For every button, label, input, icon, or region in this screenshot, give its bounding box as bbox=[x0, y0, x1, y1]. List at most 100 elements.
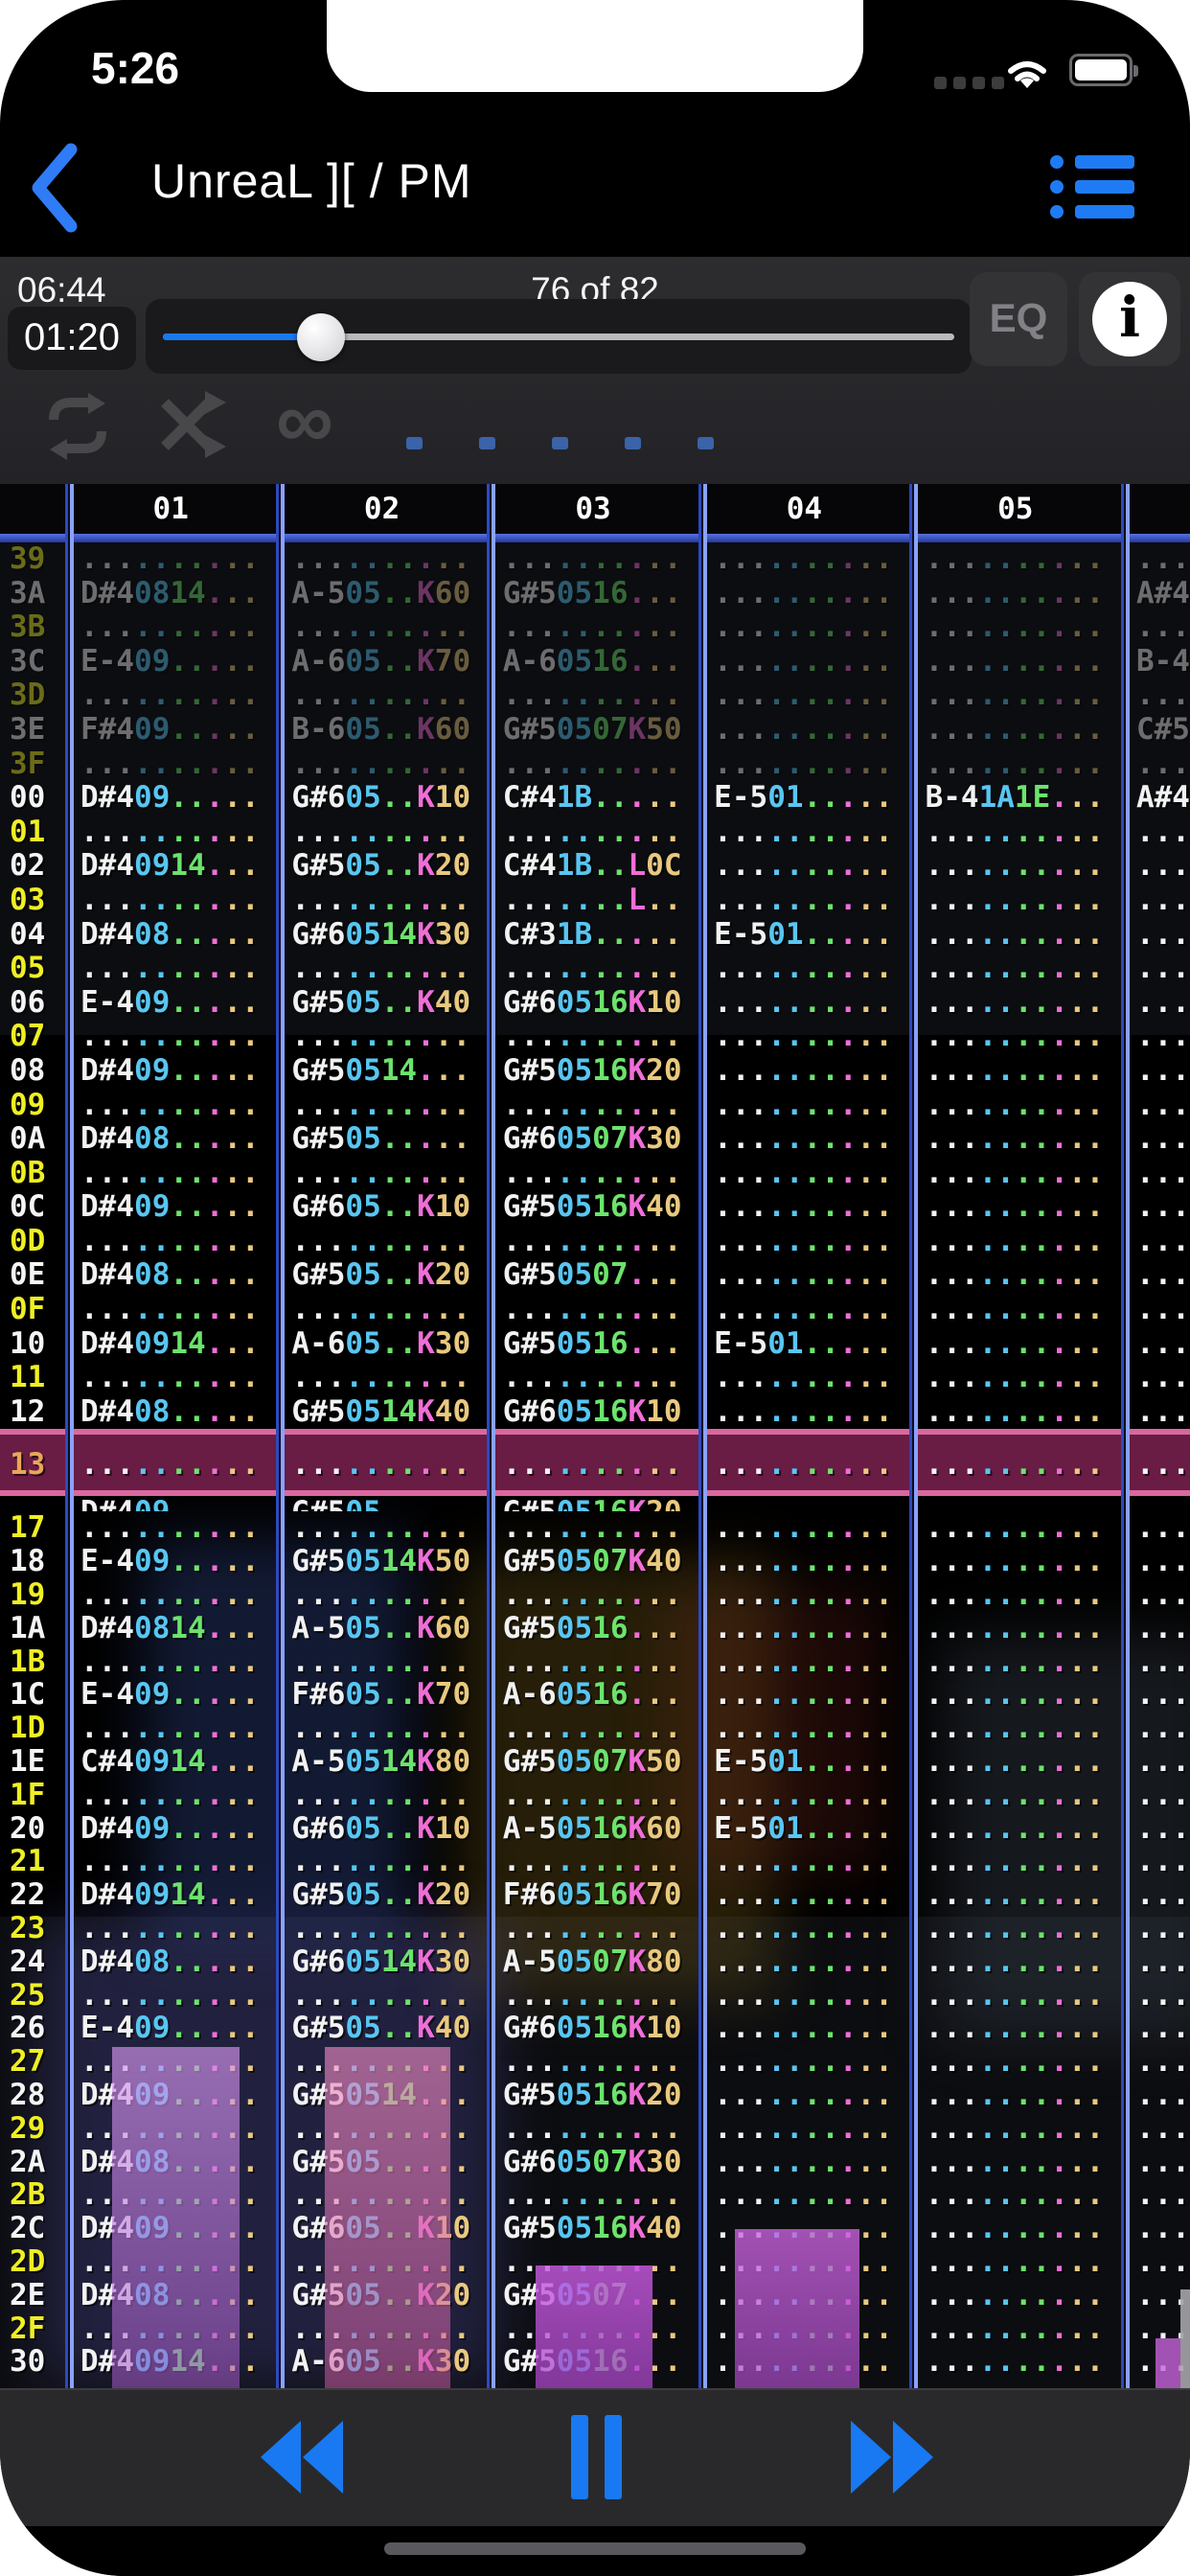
pattern-cell: A-60516... bbox=[502, 644, 682, 678]
eq-button[interactable]: EQ bbox=[970, 272, 1067, 366]
pattern-cell: .......... bbox=[291, 1644, 471, 1679]
back-button[interactable] bbox=[27, 142, 80, 239]
pattern-row[interactable]: 06 E-409..... G#505..K40 G#60516K10........… bbox=[0, 985, 1190, 1021]
pause-button[interactable] bbox=[571, 2415, 622, 2499]
pattern-row[interactable]: 10 D#40914... A-605..K30 G#50516... E-501...… bbox=[0, 1326, 1190, 1362]
pattern-cell: .......... bbox=[291, 1511, 471, 1546]
pattern-row[interactable]: 00 D#409..... G#605..K10 C#41B..... E-501...… bbox=[0, 781, 1190, 816]
pattern-row[interactable]: 12 D#408..... G#50514K40 G#60516K10........… bbox=[0, 1394, 1190, 1430]
status-time: 5:26 bbox=[91, 43, 180, 93]
pattern-cell: .......... bbox=[1135, 1156, 1190, 1190]
pattern-row[interactable]: 09......................................… bbox=[0, 1088, 1190, 1123]
pattern-cell: .......... bbox=[925, 1878, 1105, 1912]
row-number: 1D bbox=[10, 1711, 46, 1746]
pattern-row[interactable]: 25......................................… bbox=[0, 1978, 1190, 2012]
pattern-row[interactable]: 11......................................… bbox=[0, 1361, 1190, 1395]
pattern-row[interactable]: 23......................................… bbox=[0, 1912, 1190, 1945]
pattern-row[interactable]: 1B......................................… bbox=[0, 1644, 1190, 1679]
pattern-cell: .......... bbox=[925, 1644, 1105, 1679]
pattern-cell: .......... bbox=[502, 1912, 682, 1945]
pattern-row-current[interactable]: 13......................................… bbox=[0, 1429, 1190, 1497]
pattern-row[interactable]: 19......................................… bbox=[0, 1578, 1190, 1612]
pattern-cell: ...1...... bbox=[1135, 2212, 1190, 2245]
loop-forever-icon[interactable]: ∞ bbox=[276, 374, 333, 467]
pattern-row[interactable]: 3E F#409..... B-605..K60 G#50507K50........… bbox=[0, 712, 1190, 748]
pattern-row[interactable]: 18 E-409..... G#50514K50 G#50507K40........… bbox=[0, 1545, 1190, 1578]
seek-track[interactable] bbox=[163, 313, 954, 361]
pattern-cell: G#505..... bbox=[276, 1496, 487, 1511]
pattern-cell: .......... bbox=[714, 1845, 893, 1879]
pattern-cell: .......... bbox=[80, 1912, 260, 1945]
pattern-row[interactable]: 0B......................................… bbox=[0, 1156, 1190, 1191]
pattern-cell: E-501..... bbox=[714, 917, 893, 952]
pattern-row[interactable]: D#409.....G#505.....G#50516K20..........… bbox=[0, 1496, 1190, 1511]
shuffle-icon[interactable] bbox=[159, 391, 238, 463]
pattern-cell: C#31B..... bbox=[502, 917, 682, 952]
row-number: 39 bbox=[10, 541, 46, 576]
pattern-row[interactable]: 1D......................................… bbox=[0, 1712, 1190, 1745]
rewind-button[interactable] bbox=[257, 2415, 345, 2504]
pattern-cell: .......... bbox=[502, 1020, 682, 1054]
fast-forward-button[interactable] bbox=[849, 2415, 937, 2504]
pattern-cell: C#51...... bbox=[1135, 712, 1190, 747]
pattern-cell: .......... bbox=[1135, 542, 1190, 576]
pattern-row[interactable]: 01......................................… bbox=[0, 815, 1190, 850]
pattern-row[interactable]: 0F......................................… bbox=[0, 1292, 1190, 1327]
seek-thumb[interactable] bbox=[297, 313, 346, 361]
pattern-row[interactable]: 22 D#40914... G#505..K20 F#60516K70........… bbox=[0, 1878, 1190, 1912]
pattern-cell: G#50514K50 bbox=[291, 1545, 471, 1579]
battery-icon bbox=[1069, 54, 1138, 86]
pattern-cell: .......... bbox=[925, 1122, 1105, 1157]
pattern-row[interactable]: 20 D#409..... G#605..K10 A-50516K60 E-501...… bbox=[0, 1810, 1190, 1846]
pattern-cell: .......... bbox=[291, 883, 471, 917]
pattern-row[interactable]: 03.................... .......L..........… bbox=[0, 883, 1190, 918]
pattern-cell: .......... bbox=[714, 1156, 893, 1190]
pattern-row[interactable]: 1F......................................… bbox=[0, 1779, 1190, 1812]
pattern-cell: .......... bbox=[80, 610, 260, 645]
pattern-row[interactable]: 3B......................................… bbox=[0, 610, 1190, 645]
pattern-cell: ...1...... bbox=[1135, 1053, 1190, 1088]
pattern-view[interactable]: 010203040506 39.........................… bbox=[0, 484, 1190, 2388]
pattern-cell: .......... bbox=[291, 1447, 471, 1483]
pattern-row[interactable]: 3F......................................… bbox=[0, 746, 1190, 782]
transport-bar bbox=[0, 2388, 1190, 2526]
pattern-cell: .......... bbox=[925, 2278, 1105, 2312]
pattern-row[interactable]: 1A D#40814... A-505..K60 G#50516...........… bbox=[0, 1612, 1190, 1645]
pattern-cell: .......... bbox=[714, 712, 893, 747]
pattern-row[interactable]: 21......................................… bbox=[0, 1845, 1190, 1878]
pattern-cell: B-41...... bbox=[1135, 644, 1190, 678]
pattern-row[interactable]: 26 E-409..... G#505..K40 G#60516K10........… bbox=[0, 2012, 1190, 2045]
pattern-cell: .......... bbox=[925, 1447, 1105, 1483]
pattern-row[interactable]: 0C D#409..... G#605..K10 G#50516K40........… bbox=[0, 1190, 1190, 1225]
pattern-cell: .......... bbox=[502, 1224, 682, 1258]
pattern-row[interactable]: 05......................................… bbox=[0, 952, 1190, 986]
row-number: 04 bbox=[10, 916, 46, 952]
row-number: 20 bbox=[10, 1810, 46, 1846]
pattern-row[interactable]: 1E C#40914... A-50514K80 G#50507K50 E-501...… bbox=[0, 1745, 1190, 1779]
channel-header: 03 bbox=[575, 492, 611, 526]
pattern-row[interactable]: 3C E-409..... A-605..K70 A-60516...........… bbox=[0, 644, 1190, 679]
pattern-row[interactable]: 0A D#408..... G#505..... G#60507K30........… bbox=[0, 1121, 1190, 1157]
pattern-row[interactable]: 24 D#408..... G#60514K30 A-50507K80........… bbox=[0, 1944, 1190, 1979]
pattern-cell: .......... bbox=[1135, 1845, 1190, 1879]
pattern-row[interactable]: 17......................................… bbox=[0, 1511, 1190, 1545]
playlist-button[interactable] bbox=[1050, 155, 1134, 230]
pattern-row[interactable]: 08 D#409..... G#50514... G#50516K20........… bbox=[0, 1053, 1190, 1089]
pattern-row[interactable]: 07......................................… bbox=[0, 1020, 1190, 1054]
pattern-row[interactable]: 39......................................… bbox=[0, 541, 1190, 577]
row-number: 3F bbox=[10, 746, 46, 781]
pattern-row[interactable]: 0D......................................… bbox=[0, 1224, 1190, 1259]
home-indicator[interactable] bbox=[384, 2542, 806, 2555]
pattern-row[interactable]: 02 D#40914... G#505..K20 C#41B..L0C........… bbox=[0, 849, 1190, 884]
player-panel: 06:44 76 of 82 01:20 EQ i ∞ bbox=[0, 257, 1190, 484]
pattern-cell: .......... bbox=[925, 2212, 1105, 2245]
pattern-row[interactable]: 1C E-409..... F#605..K70 A-60516...........… bbox=[0, 1678, 1190, 1712]
pattern-cell: B-605..K60 bbox=[291, 712, 471, 747]
seek-slider[interactable] bbox=[146, 299, 972, 374]
pattern-row[interactable]: 3A D#40814... A-505..K60 G#50516...........… bbox=[0, 576, 1190, 611]
repeat-icon[interactable] bbox=[40, 391, 115, 465]
pattern-row[interactable]: 04 D#408..... G#60514K30 C#31B..... E-501...… bbox=[0, 916, 1190, 953]
info-button[interactable]: i bbox=[1079, 272, 1180, 366]
pattern-row[interactable]: 3D......................................… bbox=[0, 678, 1190, 713]
pattern-row[interactable]: 0E D#408..... G#505..K20 G#50507...........… bbox=[0, 1258, 1190, 1293]
